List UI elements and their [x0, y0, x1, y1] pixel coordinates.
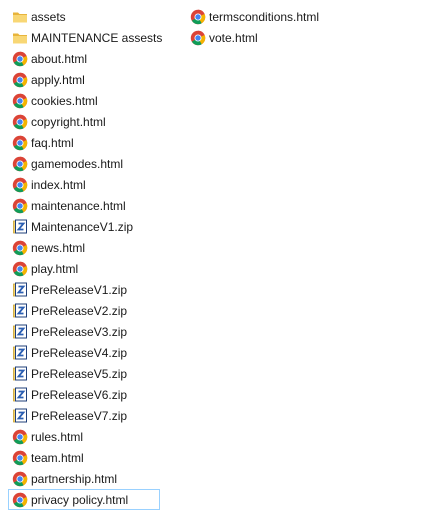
- file-item-team-html[interactable]: team.html: [8, 447, 160, 468]
- file-item-news-html[interactable]: news.html: [8, 237, 160, 258]
- chrome-icon: [12, 156, 28, 172]
- file-item-rules-html[interactable]: rules.html: [8, 426, 160, 447]
- file-item-prereleasev1-zip[interactable]: PreReleaseV1.zip: [8, 279, 160, 300]
- file-item-maintenance-html[interactable]: maintenance.html: [8, 195, 160, 216]
- file-item-play-html[interactable]: play.html: [8, 258, 160, 279]
- file-name-label: MaintenanceV1.zip: [31, 219, 134, 234]
- chrome-icon: [12, 261, 28, 277]
- file-name-label: team.html: [31, 450, 84, 465]
- file-name-label: PreReleaseV2.zip: [31, 303, 128, 318]
- file-name-label: play.html: [31, 261, 79, 276]
- zip-icon: [12, 408, 28, 424]
- file-name-label: privacy policy.html: [31, 492, 129, 507]
- file-name-label: faq.html: [31, 135, 74, 150]
- file-item-maintenance-assests[interactable]: MAINTENANCE assests: [8, 27, 163, 48]
- file-name-label: news.html: [31, 240, 86, 255]
- file-item-partnership-html[interactable]: partnership.html: [8, 468, 160, 489]
- file-item-termsconditions-html[interactable]: termsconditions.html: [186, 6, 336, 27]
- file-name-label: assets: [31, 9, 66, 24]
- chrome-icon: [12, 450, 28, 466]
- file-item-prereleasev5-zip[interactable]: PreReleaseV5.zip: [8, 363, 160, 384]
- chrome-icon: [12, 114, 28, 130]
- zip-icon: [12, 345, 28, 361]
- chrome-icon: [12, 198, 28, 214]
- chrome-icon: [12, 492, 28, 508]
- file-name-label: PreReleaseV1.zip: [31, 282, 128, 297]
- chrome-icon: [12, 471, 28, 487]
- file-list-column-1: assets MAINTENANCE assests about.html apply…: [8, 6, 163, 510]
- file-name-label: rules.html: [31, 429, 84, 444]
- chrome-icon: [190, 30, 206, 46]
- chrome-icon: [12, 429, 28, 445]
- zip-icon: [12, 282, 28, 298]
- file-name-label: PreReleaseV5.zip: [31, 366, 128, 381]
- zip-icon: [12, 219, 28, 235]
- file-name-label: copyright.html: [31, 114, 106, 129]
- file-name-label: cookies.html: [31, 93, 98, 108]
- file-item-cookies-html[interactable]: cookies.html: [8, 90, 160, 111]
- zip-icon: [12, 303, 28, 319]
- file-item-prereleasev6-zip[interactable]: PreReleaseV6.zip: [8, 384, 160, 405]
- file-name-label: PreReleaseV6.zip: [31, 387, 128, 402]
- file-name-label: about.html: [31, 51, 88, 66]
- chrome-icon: [12, 93, 28, 109]
- file-item-prereleasev2-zip[interactable]: PreReleaseV2.zip: [8, 300, 160, 321]
- file-name-label: PreReleaseV3.zip: [31, 324, 128, 339]
- file-item-copyright-html[interactable]: copyright.html: [8, 111, 160, 132]
- chrome-icon: [12, 72, 28, 88]
- chrome-icon: [12, 135, 28, 151]
- file-name-label: MAINTENANCE assests: [31, 30, 163, 45]
- file-item-maintenancev1-zip[interactable]: MaintenanceV1.zip: [8, 216, 160, 237]
- file-item-apply-html[interactable]: apply.html: [8, 69, 160, 90]
- file-item-about-html[interactable]: about.html: [8, 48, 160, 69]
- file-item-faq-html[interactable]: faq.html: [8, 132, 160, 153]
- file-item-assets[interactable]: assets: [8, 6, 160, 27]
- file-name-label: maintenance.html: [31, 198, 126, 213]
- chrome-icon: [12, 177, 28, 193]
- file-list-column-2: termsconditions.html vote.html: [186, 6, 336, 48]
- file-item-prereleasev4-zip[interactable]: PreReleaseV4.zip: [8, 342, 160, 363]
- zip-icon: [12, 366, 28, 382]
- file-name-label: PreReleaseV7.zip: [31, 408, 128, 423]
- file-name-label: termsconditions.html: [209, 9, 320, 24]
- file-name-label: partnership.html: [31, 471, 118, 486]
- chrome-icon: [190, 9, 206, 25]
- file-item-prereleasev7-zip[interactable]: PreReleaseV7.zip: [8, 405, 160, 426]
- file-item-gamemodes-html[interactable]: gamemodes.html: [8, 153, 160, 174]
- chrome-icon: [12, 51, 28, 67]
- file-item-prereleasev3-zip[interactable]: PreReleaseV3.zip: [8, 321, 160, 342]
- file-item-privacy-policy-html[interactable]: privacy policy.html: [8, 489, 160, 510]
- file-name-label: index.html: [31, 177, 86, 192]
- file-name-label: gamemodes.html: [31, 156, 124, 171]
- chrome-icon: [12, 240, 28, 256]
- file-item-index-html[interactable]: index.html: [8, 174, 160, 195]
- file-item-vote-html[interactable]: vote.html: [186, 27, 336, 48]
- zip-icon: [12, 387, 28, 403]
- file-name-label: vote.html: [209, 30, 258, 45]
- file-name-label: apply.html: [31, 72, 85, 87]
- file-name-label: PreReleaseV4.zip: [31, 345, 128, 360]
- zip-icon: [12, 324, 28, 340]
- folder-icon: [12, 9, 28, 25]
- folder-icon: [12, 30, 28, 46]
